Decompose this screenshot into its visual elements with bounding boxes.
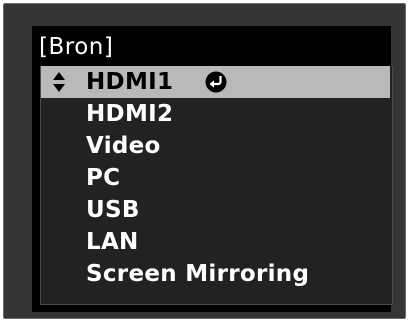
source-item-label: LAN xyxy=(86,229,139,255)
dialog-frame: [Bron] HDMI1 HDMI2 Video PC USB LAN Scre… xyxy=(3,3,406,319)
source-item-pc[interactable]: PC xyxy=(41,162,390,194)
source-item-label: PC xyxy=(86,165,121,191)
source-item-label: Video xyxy=(86,133,161,159)
source-item-lan[interactable]: LAN xyxy=(41,226,390,258)
source-item-video[interactable]: Video xyxy=(41,130,390,162)
source-item-screen-mirroring[interactable]: Screen Mirroring xyxy=(41,258,390,290)
source-list: HDMI1 HDMI2 Video PC USB LAN Screen Mirr… xyxy=(40,66,393,305)
source-item-label: HDMI2 xyxy=(86,101,174,127)
source-item-label: Screen Mirroring xyxy=(86,261,310,287)
source-menu-window: [Bron] HDMI1 HDMI2 Video PC USB LAN Scre… xyxy=(32,26,393,312)
source-item-label: USB xyxy=(86,197,140,223)
source-item-usb[interactable]: USB xyxy=(41,194,390,226)
source-item-hdmi1[interactable]: HDMI1 xyxy=(41,66,390,98)
enter-icon xyxy=(205,71,227,93)
up-down-arrows-icon xyxy=(53,72,65,92)
source-item-hdmi2[interactable]: HDMI2 xyxy=(41,98,390,130)
menu-title: [Bron] xyxy=(39,34,114,60)
source-item-label: HDMI1 xyxy=(86,69,174,95)
